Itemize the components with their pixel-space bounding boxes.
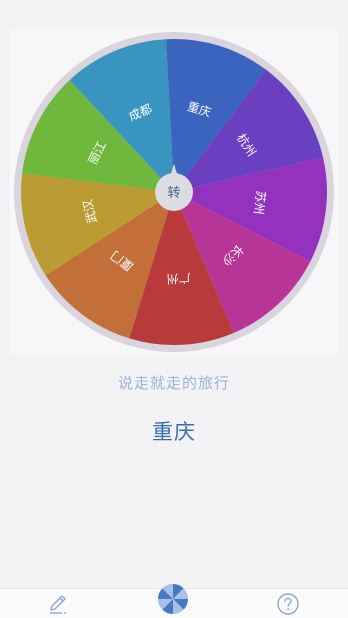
app-screen: 重庆 杭州 苏州 长沙 广州 厦门 武汉 丽江 成都 转 说走就走的旅行 重庆 [0, 0, 348, 618]
pinwheel-icon[interactable] [157, 583, 189, 615]
wheel-panel: 重庆 杭州 苏州 长沙 广州 厦门 武汉 丽江 成都 转 [10, 30, 338, 354]
spin-button-label[interactable]: 转 [167, 186, 180, 201]
app-subtitle: 说走就走的旅行 [117, 374, 230, 392]
tab-help[interactable] [268, 589, 308, 618]
tab-edit[interactable] [38, 589, 78, 618]
tab-spin[interactable] [157, 583, 189, 615]
result-city: 重庆 [152, 420, 196, 444]
wheel-segment-label: 苏州 [251, 190, 268, 216]
pencil-icon[interactable] [46, 592, 70, 616]
spin-wheel[interactable]: 重庆杭州苏州长沙广州厦门武汉丽江成都 转 [10, 30, 338, 354]
question-circle-icon[interactable] [276, 592, 300, 616]
wheel-segment-label: 广州 [166, 270, 191, 285]
